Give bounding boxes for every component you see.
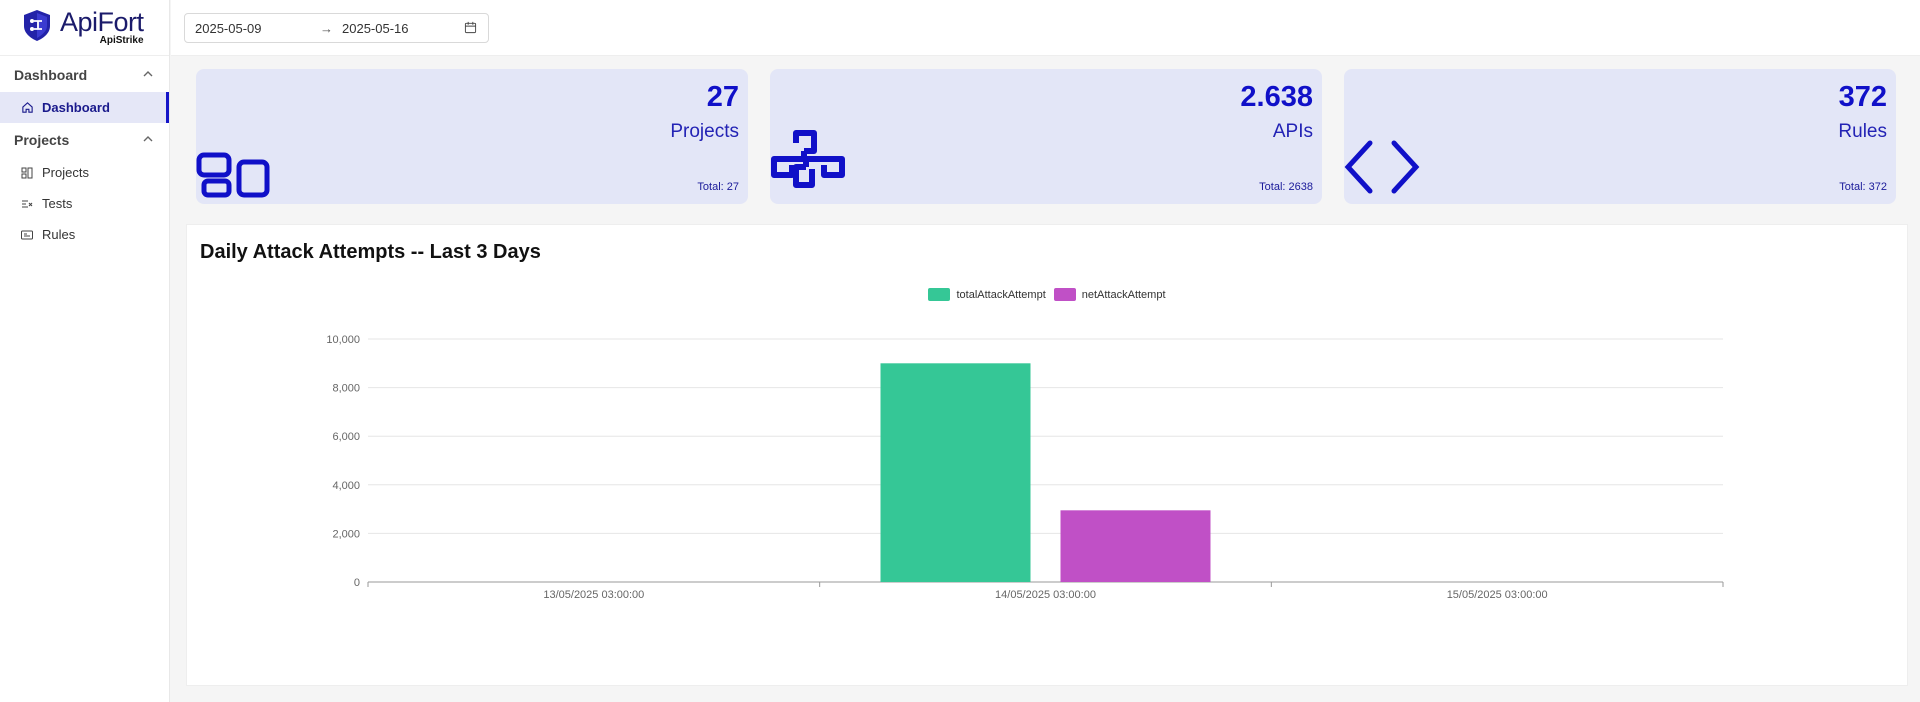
- x-tick-label: 15/05/2025 03:00:00: [1447, 589, 1548, 601]
- tests-icon: [20, 197, 34, 211]
- apifort-logo-icon: [20, 8, 54, 47]
- date-range-picker[interactable]: 2025-05-09 → 2025-05-16: [184, 13, 489, 43]
- end-date-input[interactable]: 2025-05-16: [342, 21, 464, 36]
- calendar-icon[interactable]: [464, 21, 478, 35]
- app-title: ApiFort: [60, 6, 144, 37]
- y-tick-label: 0: [354, 577, 360, 589]
- stat-total: Total: 27: [697, 181, 739, 193]
- sidebar-item-rules[interactable]: Rules: [0, 219, 169, 250]
- y-tick-label: 8,000: [332, 383, 360, 395]
- y-tick-label: 6,000: [332, 431, 360, 443]
- bar-chart: 0 2,000 4,000 6,000 8,000 10,000 13/05/2025 03…: [326, 334, 1724, 601]
- start-date-input[interactable]: 2025-05-09: [195, 21, 320, 36]
- sidebar-item-label: Rules: [42, 227, 76, 242]
- stat-label: Rules: [1838, 121, 1887, 142]
- sidebar-item-label: Projects: [42, 165, 89, 180]
- sidebar-item-label: Dashboard: [42, 100, 110, 115]
- x-tick-label: 13/05/2025 03:00:00: [543, 589, 644, 601]
- x-tick-label: 14/05/2025 03:00:00: [995, 589, 1096, 601]
- stat-total: Total: 2638: [1259, 181, 1313, 193]
- sidebar: ApiFort ApiStrike Dashboard Dashboard Pr…: [0, 0, 170, 702]
- sidebar-item-dashboard[interactable]: Dashboard: [0, 92, 169, 123]
- nav-group-projects[interactable]: Projects: [0, 123, 169, 157]
- dashboard-grid-icon: [196, 143, 276, 204]
- nav-group-label: Projects: [14, 132, 70, 148]
- chevron-up-icon: [143, 69, 153, 82]
- stat-value: 372: [1838, 81, 1887, 113]
- home-icon: [20, 101, 34, 115]
- chart-panel: Daily Attack Attempts -- Last 3 Days tot…: [186, 224, 1908, 686]
- app-subtitle: ApiStrike: [99, 34, 144, 46]
- arrow-right-icon: →: [320, 20, 333, 36]
- stat-label: Projects: [670, 121, 739, 142]
- bar-totalAttackAttempt: [880, 363, 1031, 582]
- chevron-up-icon: [143, 134, 153, 147]
- stat-label: APIs: [1272, 121, 1313, 142]
- code-brackets-icon: [1344, 139, 1428, 200]
- y-tick-label: 4,000: [332, 480, 360, 492]
- stat-total: Total: 372: [1839, 181, 1887, 193]
- stat-card-apis[interactable]: 2.638 APIs Total: 2638: [770, 69, 1322, 204]
- nav-group-dashboard[interactable]: Dashboard: [0, 58, 169, 92]
- sidebar-item-label: Tests: [42, 196, 73, 211]
- projects-icon: [20, 166, 34, 180]
- sidebar-item-projects[interactable]: Projects: [0, 157, 169, 188]
- stat-card-projects[interactable]: 27 Projects Total: 27: [196, 69, 748, 204]
- bar-netAttackAttempt: [1060, 510, 1211, 582]
- rules-icon: [20, 228, 34, 242]
- sidebar-item-tests[interactable]: Tests: [0, 188, 169, 219]
- api-link-icon: [770, 129, 850, 204]
- stat-card-rules[interactable]: 372 Rules Total: 372: [1344, 69, 1896, 204]
- nav-group-label: Dashboard: [14, 67, 88, 83]
- stat-value: 2.638: [1240, 81, 1313, 113]
- app-logo[interactable]: ApiFort ApiStrike: [0, 0, 169, 56]
- y-tick-label: 10,000: [326, 334, 360, 346]
- stat-value: 27: [706, 81, 739, 113]
- y-tick-label: 2,000: [332, 528, 360, 540]
- topbar: 2025-05-09 → 2025-05-16: [171, 0, 1920, 56]
